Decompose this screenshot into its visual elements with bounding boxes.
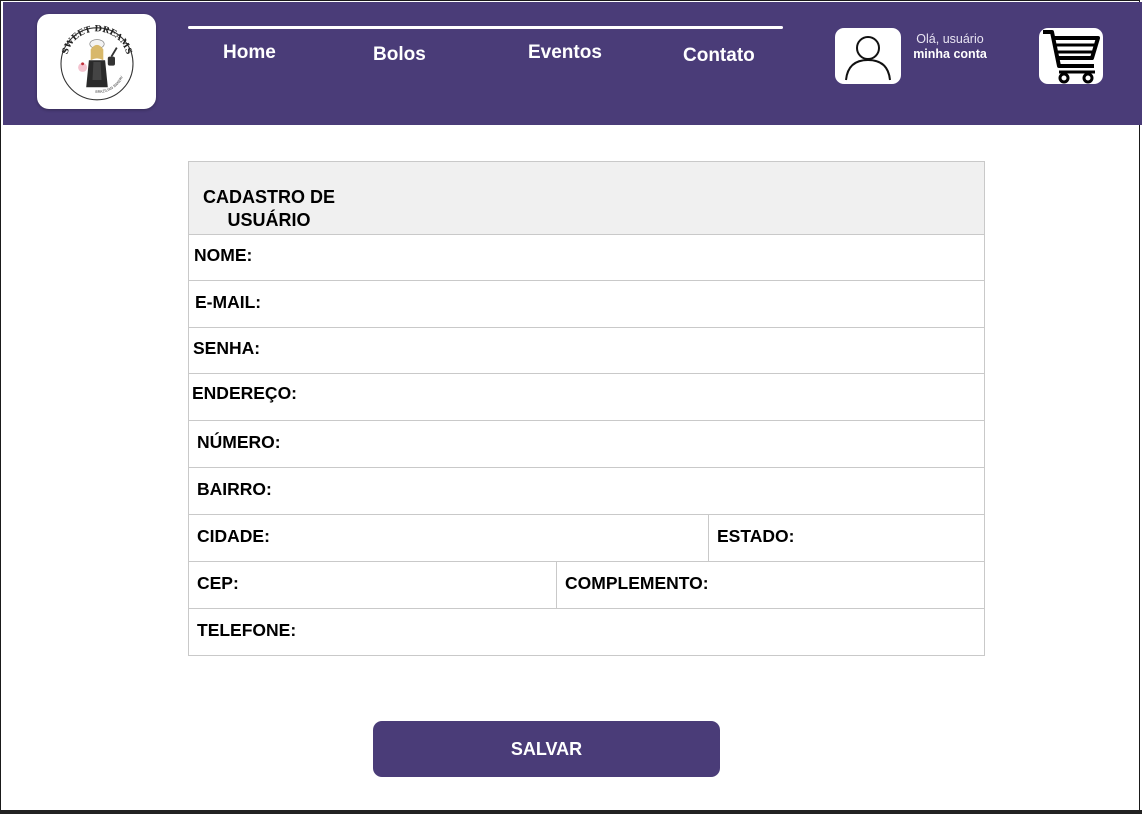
shopping-cart-icon	[1043, 30, 1100, 84]
cep-complemento-row: CEP: COMPLEMENTO:	[189, 562, 984, 609]
brand-logo[interactable]: SWEET DREAMS BRAZILIAN BAKERY	[37, 14, 156, 109]
cidade-label: CIDADE:	[197, 526, 270, 546]
endereco-field[interactable]: ENDEREÇO:	[189, 374, 984, 421]
top-header: SWEET DREAMS BRAZILIAN BAKERY Home Bolos…	[3, 2, 1142, 125]
complemento-label: COMPLEMENTO:	[565, 573, 709, 593]
save-button[interactable]: SALVAR	[373, 721, 720, 777]
estado-label: ESTADO:	[717, 526, 795, 546]
form-header: CADASTRO DE USUÁRIO	[189, 162, 984, 235]
telefone-field[interactable]: TELEFONE:	[189, 609, 984, 656]
my-account-link[interactable]: minha conta	[908, 47, 992, 62]
user-icon	[845, 36, 891, 81]
user-registration-form: CADASTRO DE USUÁRIO NOME: E-MAIL: SENHA:…	[188, 161, 985, 656]
complemento-field[interactable]: COMPLEMENTO:	[557, 562, 984, 608]
account-avatar-button[interactable]	[835, 28, 901, 84]
nome-label: NOME:	[194, 245, 253, 265]
account-greeting: Olá, usuário minha conta	[908, 32, 992, 62]
nav-contato[interactable]: Contato	[683, 45, 755, 67]
form-title-line2: USUÁRIO	[227, 210, 311, 230]
greeting-text: Olá, usuário	[916, 32, 984, 46]
nav-eventos[interactable]: Eventos	[528, 42, 602, 64]
nav-divider-line	[188, 26, 783, 29]
nav-bolos[interactable]: Bolos	[373, 44, 426, 66]
cep-label: CEP:	[197, 573, 239, 593]
numero-label: NÚMERO:	[197, 432, 281, 452]
cidade-estado-row: CIDADE: ESTADO:	[189, 515, 984, 562]
form-title: CADASTRO DE USUÁRIO	[199, 186, 339, 232]
bairro-field[interactable]: BAIRRO:	[189, 468, 984, 515]
sweet-dreams-logo-icon: SWEET DREAMS BRAZILIAN BAKERY	[59, 24, 134, 100]
nome-field[interactable]: NOME:	[189, 234, 984, 281]
nav-home[interactable]: Home	[223, 42, 276, 64]
estado-field[interactable]: ESTADO:	[709, 515, 984, 561]
cart-button[interactable]	[1039, 28, 1103, 84]
cep-field[interactable]: CEP:	[189, 562, 556, 608]
cidade-field[interactable]: CIDADE:	[189, 515, 708, 561]
endereco-label: ENDEREÇO:	[192, 383, 298, 403]
telefone-label: TELEFONE:	[197, 620, 297, 640]
email-field[interactable]: E-MAIL:	[189, 281, 984, 328]
form-title-line1: CADASTRO DE	[202, 187, 335, 207]
senha-field[interactable]: SENHA:	[189, 327, 984, 374]
numero-field[interactable]: NÚMERO:	[189, 421, 984, 468]
bottom-border	[0, 810, 1142, 814]
senha-label: SENHA:	[193, 338, 261, 358]
bairro-label: BAIRRO:	[197, 479, 272, 499]
email-label: E-MAIL:	[195, 292, 262, 312]
